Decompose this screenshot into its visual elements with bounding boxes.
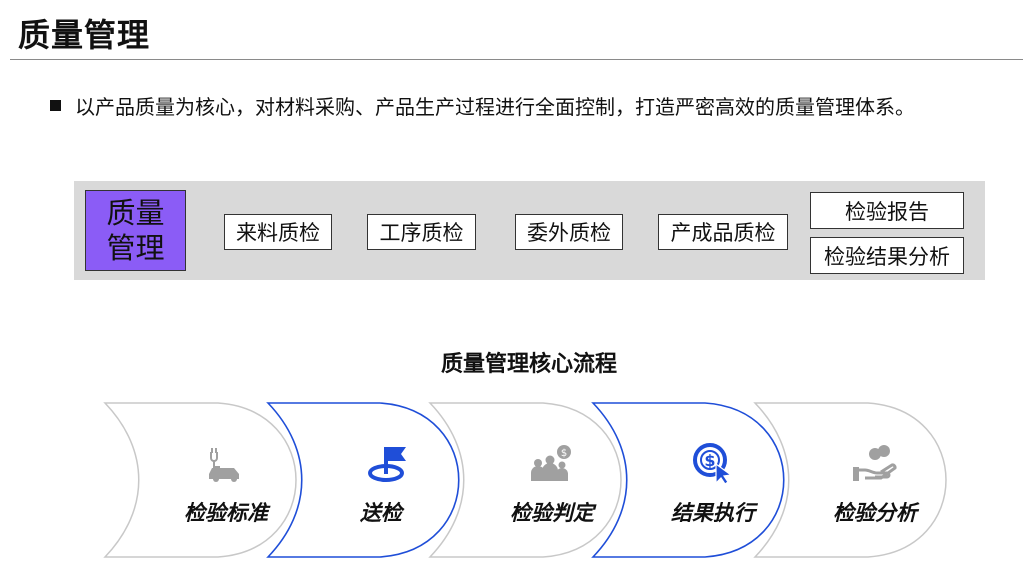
flow-step-shape-1	[103, 402, 297, 558]
flow-step-label-3: 检验判定	[510, 501, 594, 525]
people-money-icon: $	[531, 445, 571, 481]
svg-text:$: $	[704, 451, 715, 470]
hand-coins-icon	[853, 445, 897, 481]
flow-chevrons	[103, 402, 947, 558]
flow-step-label-4: 结果执行	[671, 501, 755, 525]
flow-step-label-2: 送检	[360, 501, 402, 525]
dollar-click-icon: $	[693, 443, 733, 484]
svg-text:$: $	[561, 448, 567, 459]
flow-step-label-1: 检验标准	[184, 501, 268, 525]
electric-car-icon	[209, 448, 239, 482]
flag-pin-icon	[368, 447, 406, 482]
flow-step-label-5: 检验分析	[833, 501, 917, 525]
